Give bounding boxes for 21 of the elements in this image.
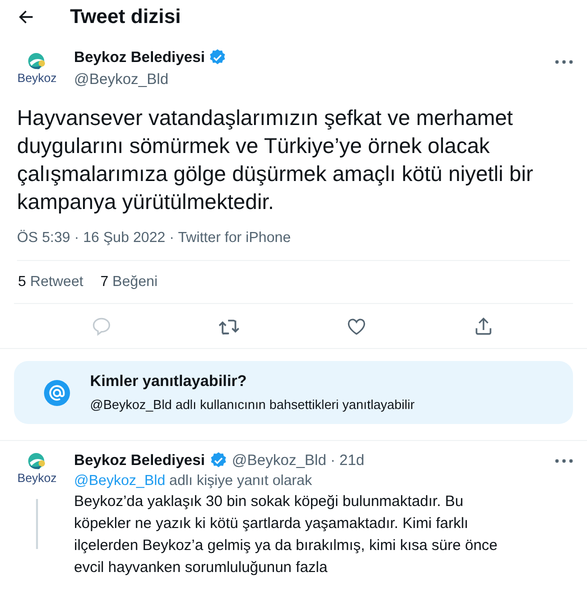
heart-icon[interactable] <box>346 316 367 337</box>
more-icon[interactable] <box>555 458 573 462</box>
tweet-time[interactable]: 21d <box>339 452 364 469</box>
stat-link[interactable]: 7 Beğeni <box>100 274 158 290</box>
notice-title: Kimler yanıtlayabilir? <box>90 373 248 391</box>
separator-dot: · <box>330 452 336 469</box>
replying-to-label: adlı kişiye yanıt olarak <box>169 473 312 489</box>
account-name[interactable]: Beykoz Belediyesi <box>74 452 205 469</box>
stat-link[interactable]: 5 Retweet <box>18 274 84 290</box>
mention-icon <box>44 380 70 406</box>
reply-text: Beykoz’da yaklaşık 30 bin sokak köpeği bulunmaktadır. Bu köpekler ne yazık ki kötü şartlarda yaşamaktadır. Kimi farklı ilçelerden Beykoz’a gelmiş ya da bırakılmış, kimi kısa süre önce evcil hayvanken sorumluluğunun fazla <box>74 492 499 578</box>
thread-line <box>36 499 38 549</box>
share-icon[interactable] <box>473 316 494 337</box>
more-icon[interactable] <box>555 60 573 64</box>
tweet-text: Hayvansever vatandaşlarımızın şefkat ve merhamet duygularını sömürmek ve Türkiye’ye örnek olacak çalışmalarımıza gölge düşürmek amaçlı kötü niyetli bir kampanya yürütülmektedir. <box>17 105 534 216</box>
page-title: Tweet dizisi <box>70 6 181 28</box>
account-name[interactable]: Beykoz Belediyesi <box>74 49 205 66</box>
tweet-meta: ÖS 5:39 · 16 Şub 2022 · Twitter for iPhone <box>17 230 570 261</box>
account-handle: @Beykoz_Bld <box>232 452 326 469</box>
account-handle: @Beykoz_Bld <box>74 71 170 88</box>
notice-text: @Beykoz_Bld adlı kullanıcının bahsettikleri yanıtlayabilir <box>90 397 415 412</box>
